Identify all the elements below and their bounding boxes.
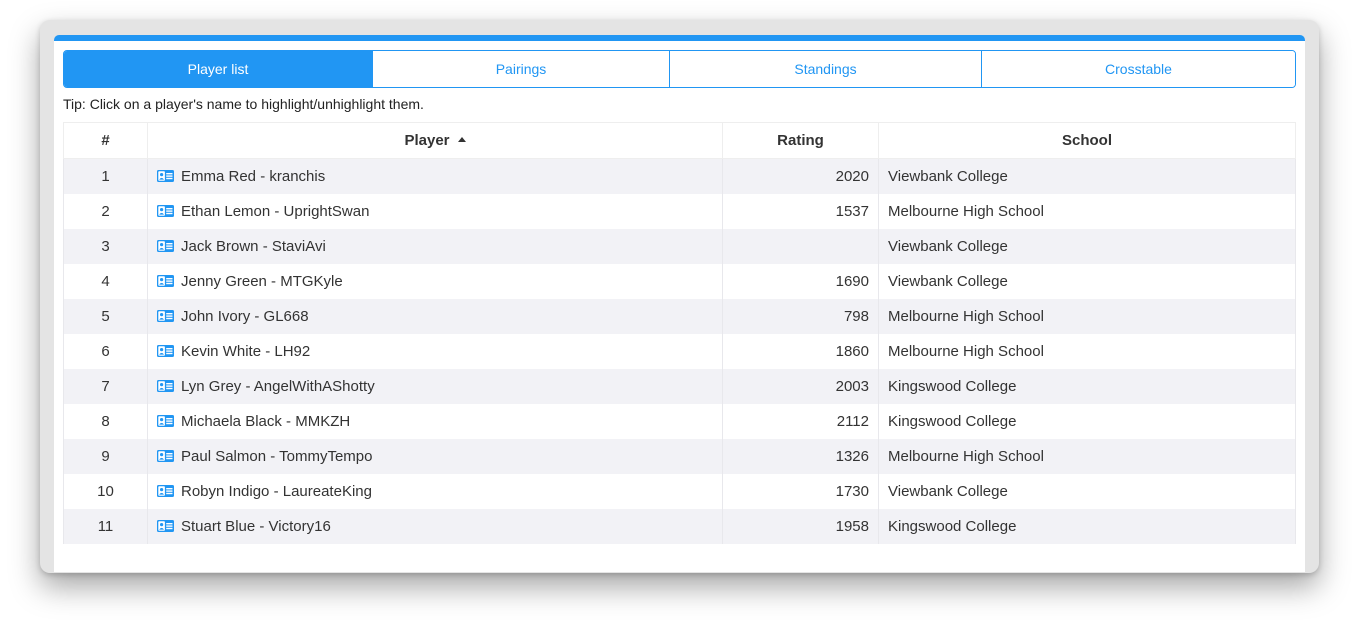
- school-cell: Melbourne High School: [878, 299, 1296, 334]
- school-cell: Viewbank College: [878, 474, 1296, 509]
- player-cell: Michaela Black - MMKZH: [147, 404, 723, 439]
- player-name[interactable]: Emma Red - kranchis: [181, 168, 325, 185]
- table-row: 6 Kevin White - LH92 1860 Melbourne High Sc…: [63, 334, 1296, 369]
- rating-cell: 798: [722, 299, 879, 334]
- id-card-icon[interactable]: [157, 169, 174, 182]
- column-header-player[interactable]: Player: [147, 122, 723, 159]
- school-cell: Kingswood College: [878, 404, 1296, 439]
- player-rows: 1 Emma Red - kranchis 2020 Viewbank College…: [63, 158, 1296, 544]
- table-row: 11 Stuart Blue - Victory16 1958 Kingswood C…: [63, 509, 1296, 544]
- player-name[interactable]: Lyn Grey - AngelWithAShotty: [181, 378, 375, 395]
- player-name[interactable]: Paul Salmon - TommyTempo: [181, 448, 372, 465]
- view-tabs: Player list Pairings Standings Crosstabl…: [63, 50, 1296, 88]
- rating-cell: 2003: [722, 369, 879, 404]
- row-number: 6: [63, 334, 148, 369]
- player-name[interactable]: Kevin White - LH92: [181, 343, 310, 360]
- id-card-icon[interactable]: [157, 274, 174, 287]
- school-cell: Viewbank College: [878, 229, 1296, 264]
- table-row: 3 Jack Brown - StaviAvi Viewbank College: [63, 229, 1296, 264]
- id-card-icon[interactable]: [157, 519, 174, 532]
- player-name[interactable]: Jack Brown - StaviAvi: [181, 238, 326, 255]
- rating-cell: 1958: [722, 509, 879, 544]
- column-header-player-label: Player: [404, 132, 450, 149]
- player-cell: Robyn Indigo - LaureateKing: [147, 474, 723, 509]
- player-name[interactable]: John Ivory - GL668: [181, 308, 309, 325]
- rating-cell: 1537: [722, 194, 879, 229]
- sort-ascending-icon: [457, 137, 466, 142]
- player-cell: Jack Brown - StaviAvi: [147, 229, 723, 264]
- row-number: 4: [63, 264, 148, 299]
- id-card-icon[interactable]: [157, 204, 174, 217]
- player-cell: Jenny Green - MTGKyle: [147, 264, 723, 299]
- player-cell: Emma Red - kranchis: [147, 158, 723, 194]
- id-card-icon[interactable]: [157, 414, 174, 427]
- table-row: 2 Ethan Lemon - UprightSwan 1537 Melbourne …: [63, 194, 1296, 229]
- rating-cell: 2112: [722, 404, 879, 439]
- tip-text: Tip: Click on a player's name to highlig…: [63, 96, 424, 112]
- row-number: 1: [63, 158, 148, 194]
- tournament-panel: Player list Pairings Standings Crosstabl…: [54, 35, 1305, 572]
- school-cell: Kingswood College: [878, 369, 1296, 404]
- rating-cell: 1690: [722, 264, 879, 299]
- app-window: Player list Pairings Standings Crosstabl…: [40, 20, 1319, 573]
- table-header-row: # Player Rating School: [63, 122, 1296, 159]
- tab-player-list[interactable]: Player list: [64, 51, 372, 87]
- school-cell: Kingswood College: [878, 509, 1296, 544]
- player-name[interactable]: Jenny Green - MTGKyle: [181, 273, 343, 290]
- rating-cell: [722, 229, 879, 264]
- player-name[interactable]: Ethan Lemon - UprightSwan: [181, 203, 369, 220]
- player-name[interactable]: Michaela Black - MMKZH: [181, 413, 350, 430]
- row-number: 3: [63, 229, 148, 264]
- id-card-icon[interactable]: [157, 344, 174, 357]
- column-header-number[interactable]: #: [63, 122, 148, 159]
- player-cell: Kevin White - LH92: [147, 334, 723, 369]
- player-cell: Paul Salmon - TommyTempo: [147, 439, 723, 474]
- row-number: 11: [63, 509, 148, 544]
- rating-cell: 2020: [722, 158, 879, 194]
- id-card-icon[interactable]: [157, 484, 174, 497]
- id-card-icon[interactable]: [157, 379, 174, 392]
- school-cell: Melbourne High School: [878, 194, 1296, 229]
- rating-cell: 1860: [722, 334, 879, 369]
- id-card-icon[interactable]: [157, 239, 174, 252]
- table-row: 8 Michaela Black - MMKZH 2112 Kingswood Col…: [63, 404, 1296, 439]
- table-row: 4 Jenny Green - MTGKyle 1690 Viewbank Colle…: [63, 264, 1296, 299]
- row-number: 2: [63, 194, 148, 229]
- row-number: 5: [63, 299, 148, 334]
- column-header-school[interactable]: School: [878, 122, 1296, 159]
- row-number: 9: [63, 439, 148, 474]
- rating-cell: 1326: [722, 439, 879, 474]
- tab-crosstable[interactable]: Crosstable: [981, 51, 1295, 87]
- table-row: 7 Lyn Grey - AngelWithAShotty 2003 Kingswoo…: [63, 369, 1296, 404]
- table-row: 1 Emma Red - kranchis 2020 Viewbank College: [63, 158, 1296, 194]
- player-cell: Ethan Lemon - UprightSwan: [147, 194, 723, 229]
- column-header-rating[interactable]: Rating: [722, 122, 879, 159]
- player-name[interactable]: Robyn Indigo - LaureateKing: [181, 483, 372, 500]
- row-number: 10: [63, 474, 148, 509]
- school-cell: Melbourne High School: [878, 334, 1296, 369]
- player-cell: Stuart Blue - Victory16: [147, 509, 723, 544]
- tab-pairings[interactable]: Pairings: [372, 51, 669, 87]
- school-cell: Melbourne High School: [878, 439, 1296, 474]
- table-row: 9 Paul Salmon - TommyTempo 1326 Melbourne H…: [63, 439, 1296, 474]
- row-number: 8: [63, 404, 148, 439]
- player-name[interactable]: Stuart Blue - Victory16: [181, 518, 331, 535]
- tab-standings[interactable]: Standings: [669, 51, 981, 87]
- player-cell: Lyn Grey - AngelWithAShotty: [147, 369, 723, 404]
- row-number: 7: [63, 369, 148, 404]
- player-cell: John Ivory - GL668: [147, 299, 723, 334]
- id-card-icon[interactable]: [157, 309, 174, 322]
- table-row: 10 Robyn Indigo - LaureateKing 1730 Viewban…: [63, 474, 1296, 509]
- rating-cell: 1730: [722, 474, 879, 509]
- id-card-icon[interactable]: [157, 449, 174, 462]
- table-row: 5 John Ivory - GL668 798 Melbourne High Sch…: [63, 299, 1296, 334]
- school-cell: Viewbank College: [878, 264, 1296, 299]
- school-cell: Viewbank College: [878, 158, 1296, 194]
- player-table: # Player Rating School 1 Emma Red - kranc…: [63, 122, 1296, 544]
